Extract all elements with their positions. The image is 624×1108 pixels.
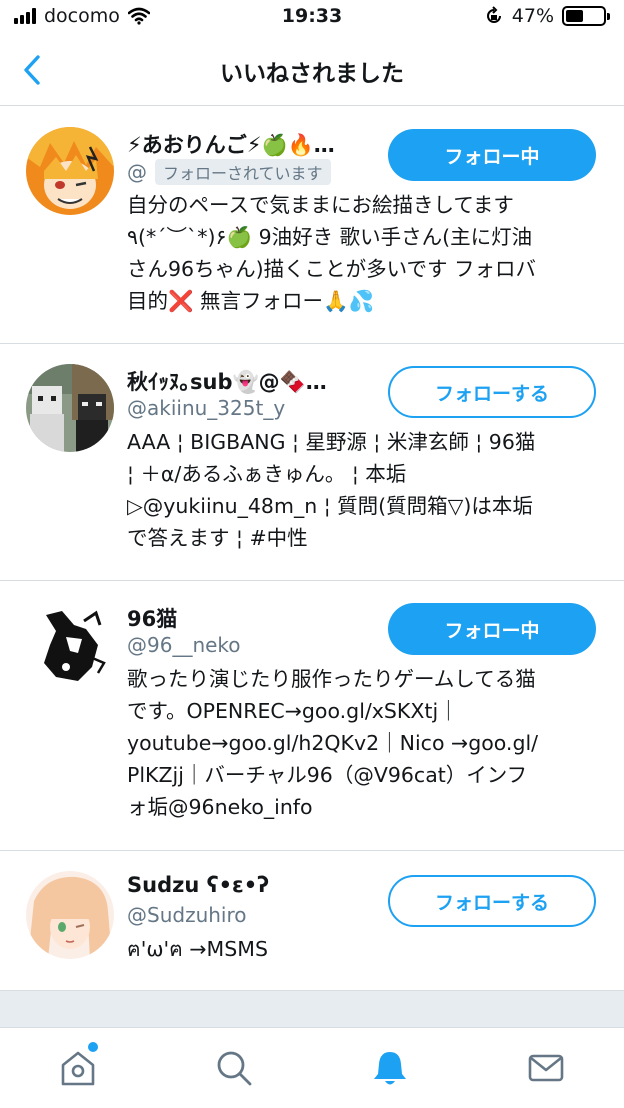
user-handle: @96__neko <box>127 633 241 657</box>
tab-home[interactable] <box>58 1042 98 1088</box>
home-icon <box>61 1051 95 1086</box>
bio-line: 目的❌ 無言フォロー🙏💦 <box>127 289 375 313</box>
display-name[interactable]: 96猫 <box>127 603 177 633</box>
bio-line: ٩(*´︶`*)۶🍏 9油好き 歌い手さん(主に灯油 <box>127 225 533 249</box>
bio-line: 歌ったり演じたり服作ったりゲームしてる猫 <box>127 667 536 691</box>
list-item[interactable]: 96猫 @96__neko 歌ったり演じたり服作ったりゲームしてる猫 です。OP… <box>0 581 624 851</box>
display-name[interactable]: Sudzu ʕ•ε•ʔ <box>127 873 269 897</box>
battery-fill <box>566 10 583 22</box>
mail-icon <box>528 1054 564 1082</box>
avatar[interactable] <box>26 601 114 689</box>
rotation-lock-icon <box>486 6 501 23</box>
bell-icon <box>374 1052 406 1085</box>
user-bio: AAA ¦ BIGBANG ¦ 星野源 ¦ 米津玄師 ¦ 96猫 ¦ ＋α/ある… <box>127 426 607 554</box>
follow-button[interactable]: フォローする <box>388 366 596 418</box>
list-item[interactable]: ⚡あおりんご⚡🍏🔥… @ フォローされています 自分のペースで気ままにお絵描きし… <box>0 107 624 344</box>
user-list: ⚡あおりんご⚡🍏🔥… @ フォローされています 自分のペースで気ままにお絵描きし… <box>0 107 624 991</box>
user-bio: 自分のペースで気ままにお絵描きしてます ٩(*´︶`*)۶🍏 9油好き 歌い手さ… <box>127 189 607 317</box>
tab-search[interactable] <box>214 1048 254 1088</box>
user-bio: 歌ったり演じたり服作ったりゲームしてる猫 です。OPENREC→goo.gl/x… <box>127 663 607 823</box>
list-footer-gap <box>0 991 624 1027</box>
display-name[interactable]: ⚡あおりんご⚡🍏🔥… <box>127 129 335 159</box>
battery-nub <box>607 13 610 20</box>
name-line: ⚡あおりんご⚡🍏🔥… <box>127 129 335 159</box>
name-line: Sudzu ʕ•ε•ʔ <box>127 873 269 897</box>
avatar[interactable] <box>26 127 114 215</box>
bio-line: さん96ちゃん)描くことが多いです フォロバ <box>127 257 536 281</box>
bio-line: です。OPENREC→goo.gl/xSKXtj｜ <box>127 699 459 723</box>
tab-notifications[interactable] <box>370 1048 410 1088</box>
handle-line: @Sudzuhiro <box>127 903 247 927</box>
follows-you-badge: フォローされています <box>155 159 331 185</box>
following-button[interactable]: フォロー中 <box>388 603 596 655</box>
tab-bar <box>0 1027 624 1108</box>
battery-percent: 47% <box>511 5 554 27</box>
user-handle: @Sudzuhiro <box>127 903 247 927</box>
user-bio: ฅ'ω'ฅ →MSMS <box>127 933 607 965</box>
avatar[interactable] <box>26 871 114 959</box>
page-title: いいねされました <box>220 61 404 87</box>
handle-line: @akiinu_325t_y <box>127 396 285 420</box>
user-handle: @ <box>127 160 147 184</box>
status-right: 47% <box>484 5 610 27</box>
bio-line: youtube→goo.gl/h2QKv2｜Nico →goo.gl/ <box>127 731 539 755</box>
status-bar: docomo 19:33 47% <box>0 0 624 34</box>
name-line: 96猫 <box>127 603 177 633</box>
handle-line: @96__neko <box>127 633 241 657</box>
battery-icon <box>562 6 610 26</box>
list-item[interactable]: 秋ｲｯﾇ｡sub👻@🍫… @akiinu_325t_y AAA ¦ BIGBAN… <box>0 344 624 581</box>
handle-line: @ フォローされています <box>127 159 331 185</box>
user-handle: @akiinu_325t_y <box>127 396 286 420</box>
bio-line: AAA ¦ BIGBANG ¦ 星野源 ¦ 米津玄師 ¦ 96猫 <box>127 430 536 454</box>
name-line: 秋ｲｯﾇ｡sub👻@🍫… <box>127 366 327 396</box>
following-button[interactable]: フォロー中 <box>388 129 596 181</box>
notification-dot <box>88 1042 98 1052</box>
search-icon <box>217 1051 252 1086</box>
bio-line: ォ垢@96neko_info <box>127 795 313 819</box>
bio-line: ¦ ＋α/あるふぁきゅん。 ¦ 本垢 <box>127 462 407 486</box>
follow-button[interactable]: フォローする <box>388 875 596 927</box>
avatar[interactable] <box>26 364 114 452</box>
bio-line: ▷@yukiinu_48m_n ¦ 質問(質問箱▽)は本垢 <box>127 494 533 518</box>
nav-bar: いいねされました <box>0 34 624 106</box>
list-item[interactable]: Sudzu ʕ•ε•ʔ @Sudzuhiro ฅ'ω'ฅ →MSMS フォローす… <box>0 851 624 991</box>
bio-line: 自分のペースで気ままにお絵描きしてます <box>127 193 514 217</box>
tab-messages[interactable] <box>526 1048 566 1088</box>
bio-line: で答えます ¦ #中性 <box>127 526 308 550</box>
bio-line: PlKZjj｜バーチャル96（@V96cat）インフ <box>127 763 528 787</box>
bio-line: ฅ'ω'ฅ →MSMS <box>127 937 268 961</box>
display-name[interactable]: 秋ｲｯﾇ｡sub👻@🍫… <box>127 366 327 396</box>
